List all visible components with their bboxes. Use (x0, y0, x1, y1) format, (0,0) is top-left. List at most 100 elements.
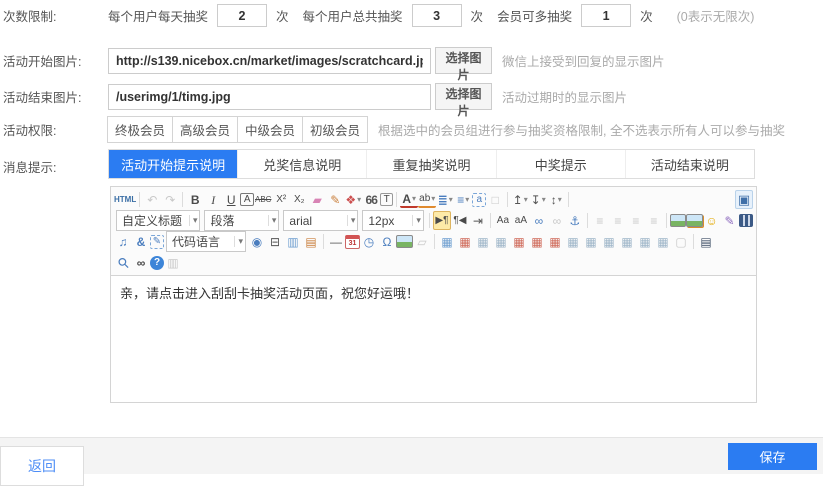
line-height-icon[interactable]: ↕ (547, 190, 565, 209)
start-image-pick-button[interactable]: 选择图片 (435, 47, 492, 74)
ordered-list-icon[interactable]: ≣ (436, 190, 454, 209)
italic-icon[interactable]: I (204, 190, 222, 209)
tab-redeem-info[interactable]: 兑奖信息说明 (237, 150, 366, 178)
print-icon[interactable]: ▤ (697, 232, 715, 251)
anchor-icon[interactable]: ⚓ (566, 211, 584, 230)
strikethrough-icon[interactable]: ABC (254, 190, 272, 209)
image-icon[interactable] (670, 214, 686, 227)
insert-code-icon[interactable]: ✎ (150, 235, 164, 249)
scrawl-icon[interactable]: ✎ (721, 211, 739, 230)
font-size-dropdown[interactable]: 12px (362, 210, 424, 231)
member-ultimate-button[interactable]: 终极会员 (107, 116, 173, 143)
save-button[interactable]: 保存 (728, 443, 817, 470)
font-color-icon[interactable]: A (400, 192, 418, 208)
pagebreak-icon[interactable]: ⊟ (266, 232, 284, 251)
split-cells-icon[interactable]: ▦ (546, 232, 564, 251)
editor-toolbar-row-3: ♫&✎代码语言◉⊟▥▤—31◷Ω▱▦▦▦▦▦▦▦▦▦▦▦▦▦▢▤ (114, 231, 753, 252)
custom-title-dropdown[interactable]: 自定义标题 (116, 210, 200, 231)
video-icon[interactable] (739, 214, 753, 227)
iframe-icon[interactable]: ▥ (284, 232, 302, 251)
paragraph-format-dropdown[interactable]: 段落 (204, 210, 279, 231)
merge-right-icon[interactable]: ▦ (510, 232, 528, 251)
date-icon[interactable]: 31 (345, 235, 360, 249)
lowercase-icon[interactable]: aA (512, 211, 530, 230)
member-intermediate-button[interactable]: 中级会员 (237, 116, 303, 143)
autotypeset-icon[interactable]: ❖ (344, 190, 362, 209)
help-icon[interactable]: ? (150, 256, 164, 270)
time-icon[interactable]: ◷ (360, 232, 378, 251)
delete-row-icon[interactable]: ▦ (600, 232, 618, 251)
doc-icon[interactable]: ▢ (672, 232, 690, 251)
editor-toolbar: HTML↶↷BIUAABCX²X₂▰✎❖66TAab≣≡a□↥↧↕▣ 自定义标题… (111, 187, 756, 276)
paste-icon[interactable]: ▥ (164, 253, 182, 272)
undo-icon[interactable]: ↶ (143, 190, 161, 209)
tab-activity-start-tip[interactable]: 活动开始提示说明 (109, 150, 237, 178)
blank-page-icon[interactable]: □ (486, 190, 504, 209)
align-left-icon[interactable]: ≡ (591, 211, 609, 230)
html-source-button[interactable]: HTML (114, 190, 136, 209)
table-caption-icon[interactable]: ▦ (474, 232, 492, 251)
subscript-icon[interactable]: X₂ (290, 190, 308, 209)
total-draw-count-input[interactable] (412, 4, 462, 27)
limit-fields: 每个用户每天抽奖 次 每个用户总共抽奖 次 会员可多抽奖 次 (108, 4, 667, 27)
remove-format-icon[interactable]: ▰ (308, 190, 326, 209)
unlink-icon[interactable]: ∞ (548, 211, 566, 230)
anchor-text-icon[interactable]: a (472, 193, 486, 207)
paragraph-space-bottom-icon[interactable]: ↧ (529, 190, 547, 209)
member-extra-draw-count-input[interactable] (581, 4, 631, 27)
code-language-dropdown[interactable]: 代码语言 (166, 231, 246, 252)
unordered-list-icon[interactable]: ≡ (454, 190, 472, 209)
merge-cells-icon[interactable]: ▦ (636, 232, 654, 251)
attachment-icon[interactable]: & (132, 232, 150, 251)
member-junior-button[interactable]: 初级会员 (302, 116, 368, 143)
split-to-rows-icon[interactable]: ▦ (654, 232, 672, 251)
app-icon[interactable]: ◉ (248, 232, 266, 251)
align-right-icon[interactable]: ≡ (627, 211, 645, 230)
baidu-map-icon[interactable] (396, 235, 413, 248)
insert-row-icon[interactable]: ▦ (564, 232, 582, 251)
tab-activity-end[interactable]: 活动结束说明 (625, 150, 754, 178)
redo-icon[interactable]: ↷ (161, 190, 179, 209)
align-center-icon[interactable]: ≡ (609, 211, 627, 230)
merge-down-icon[interactable]: ▦ (528, 232, 546, 251)
font-family-dropdown[interactable]: arial (283, 210, 358, 231)
rtl-icon[interactable]: ¶◀ (451, 211, 469, 230)
indent-icon[interactable]: ⇥ (469, 211, 487, 230)
delete-table-icon[interactable]: ▦ (456, 232, 474, 251)
insert-table-icon[interactable]: ▦ (438, 232, 456, 251)
superscript-icon[interactable]: X² (272, 190, 290, 209)
format-painter-icon[interactable]: ✎ (326, 190, 344, 209)
image-manager-icon[interactable] (686, 214, 702, 227)
uppercase-icon[interactable]: Aa (494, 211, 512, 230)
paste-text-icon[interactable]: T (380, 193, 393, 206)
bold-icon[interactable]: B (186, 190, 204, 209)
insert-col-icon[interactable]: ▦ (582, 232, 600, 251)
insert-title-row-icon[interactable]: ▦ (492, 232, 510, 251)
emoticon-icon[interactable]: ☺ (703, 211, 721, 230)
music-icon[interactable]: ♫ (114, 232, 132, 251)
template-icon[interactable]: ▤ (302, 232, 320, 251)
tab-repeat-draw[interactable]: 重复抽奖说明 (366, 150, 495, 178)
border-text-icon[interactable]: A (240, 193, 254, 206)
horizontal-rule-icon[interactable]: — (327, 232, 345, 251)
toolbar-separator (429, 213, 430, 228)
delete-col-icon[interactable]: ▦ (618, 232, 636, 251)
blockquote-icon[interactable]: 66 (362, 190, 380, 209)
background-color-icon[interactable]: ab (418, 192, 436, 208)
align-justify-icon[interactable]: ≡ (645, 211, 663, 230)
daily-draw-count-input[interactable] (217, 4, 267, 27)
back-button[interactable]: 返回 (0, 446, 84, 486)
end-image-pick-button[interactable]: 选择图片 (435, 83, 492, 110)
snapshot-icon[interactable]: ▱ (413, 232, 431, 251)
end-image-url-input[interactable] (108, 84, 431, 110)
start-image-url-input[interactable] (108, 48, 431, 74)
special-chars-icon[interactable]: Ω (378, 232, 396, 251)
underline-icon[interactable]: U (222, 190, 240, 209)
paragraph-space-top-icon[interactable]: ↥ (511, 190, 529, 209)
link-icon[interactable]: ∞ (530, 211, 548, 230)
tab-win-tip[interactable]: 中奖提示 (496, 150, 625, 178)
editor-content[interactable]: 亲，请点击进入刮刮卡抽奖活动页面，祝您好运哦！ (111, 276, 756, 402)
ltr-icon[interactable]: ▶¶ (433, 211, 451, 230)
member-senior-button[interactable]: 高级会员 (172, 116, 238, 143)
fullscreen-icon[interactable]: ▣ (735, 190, 753, 209)
